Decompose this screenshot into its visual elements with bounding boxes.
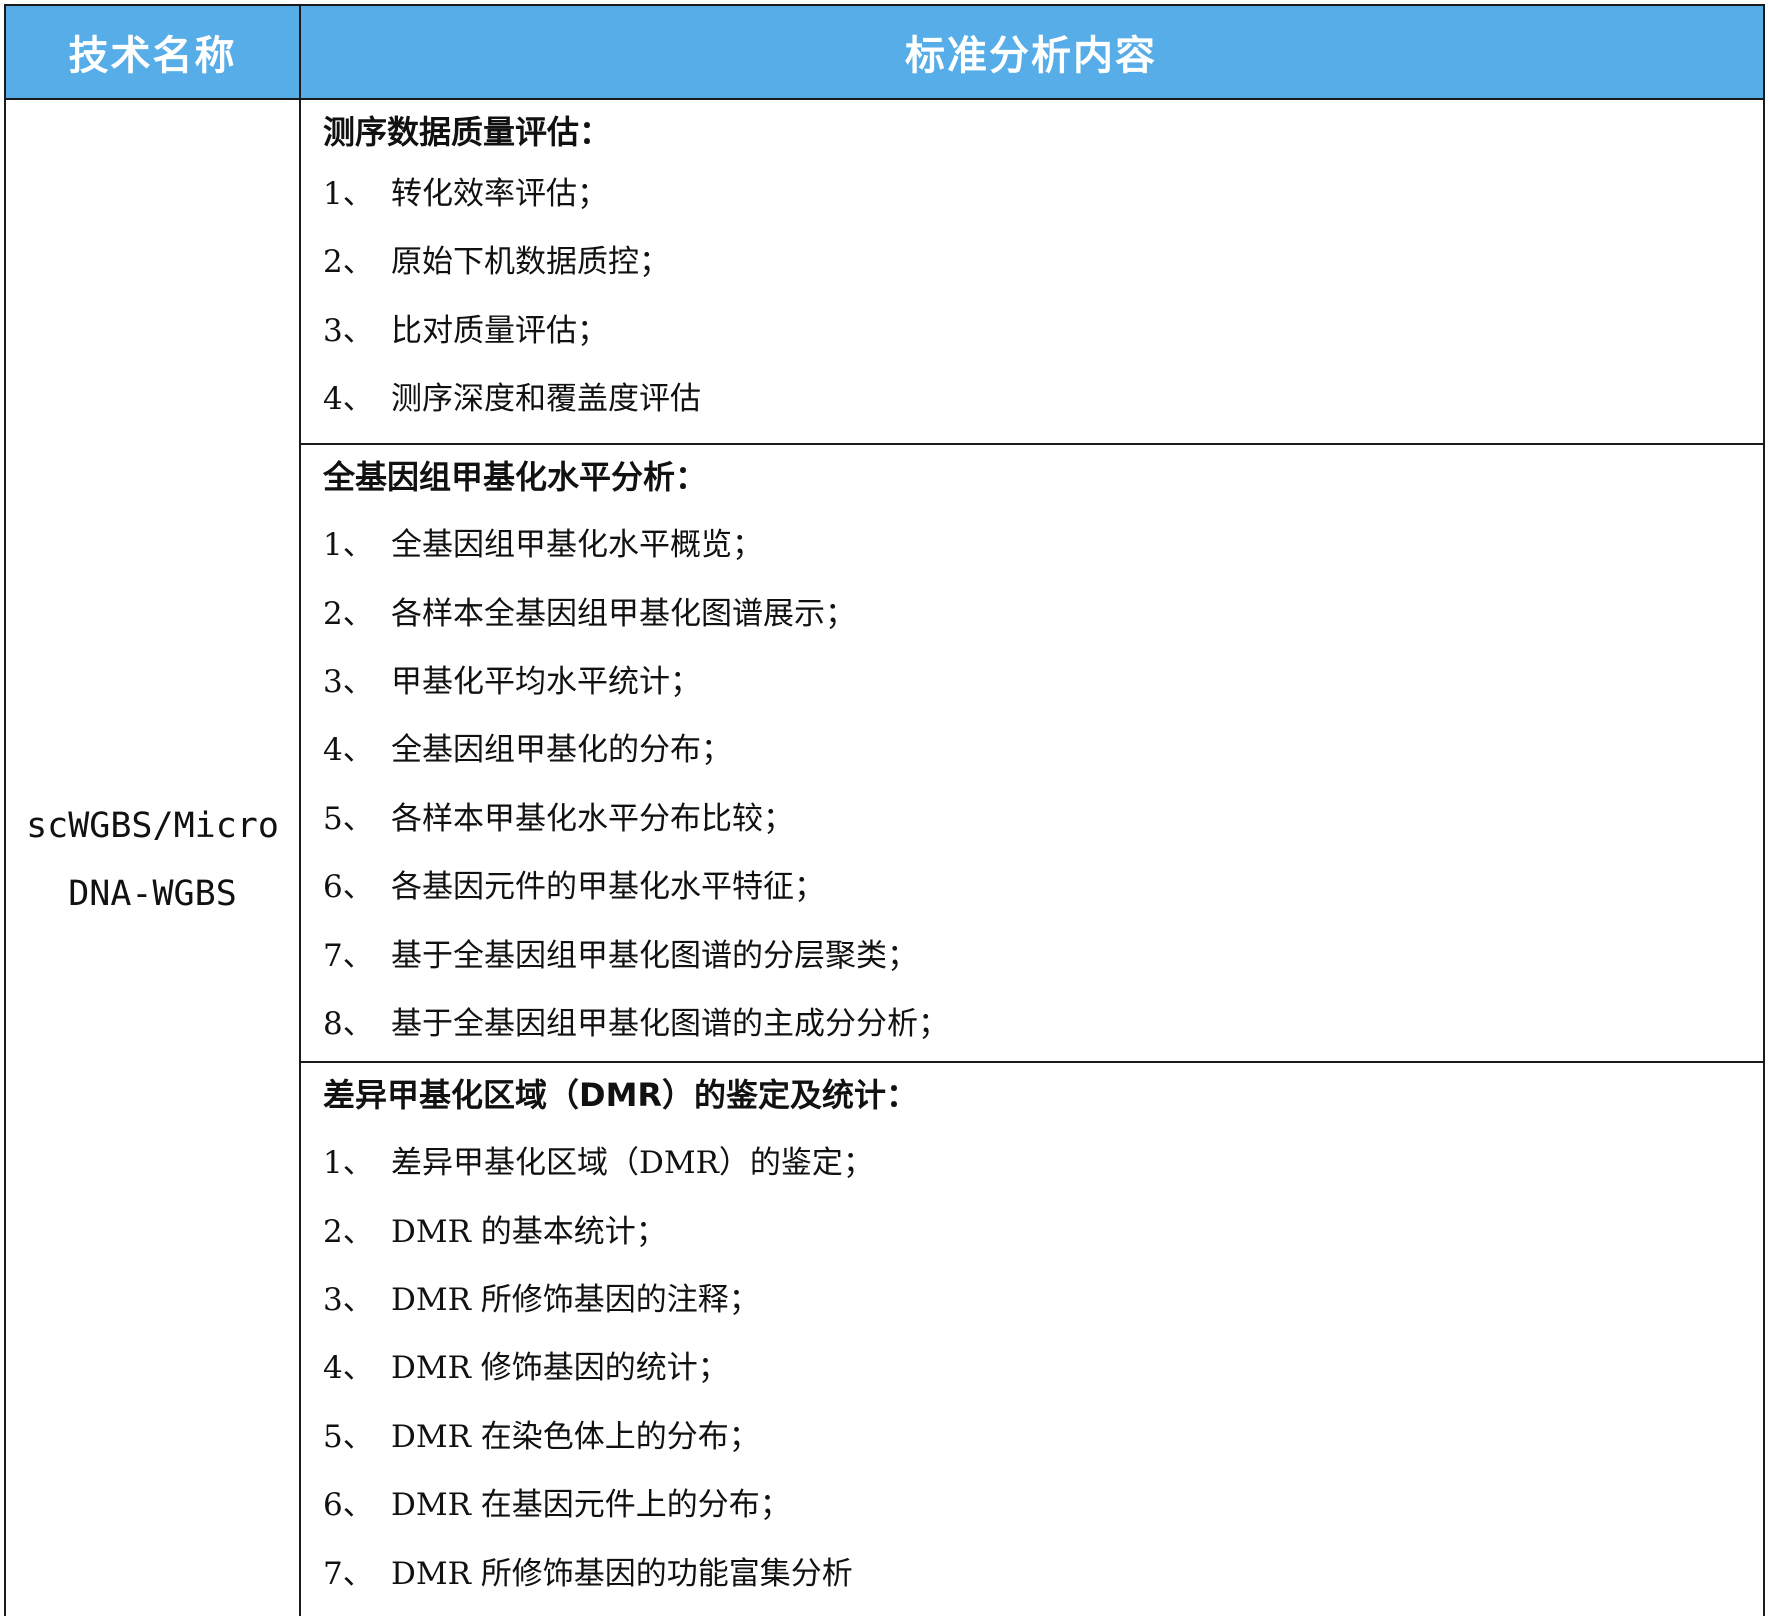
item-number: 7、 <box>323 938 374 974</box>
item-text: 原始下机数据质控； <box>391 244 670 280</box>
section-title: 全基因组甲基化水平分析： <box>323 458 708 496</box>
item-text: 差异甲基化区域（DMR）的鉴定； <box>391 1145 874 1181</box>
item-number: 3、 <box>323 664 374 700</box>
item-text: 各样本全基因组甲基化图谱展示； <box>391 596 856 632</box>
list-item: 4、 测序深度和覆盖度评估 <box>323 379 701 419</box>
list-item: 4、 全基因组甲基化的分布； <box>323 730 732 770</box>
list-item: 7、 DMR 所修饰基因的功能富集分析 <box>323 1554 853 1594</box>
item-number: 1、 <box>323 527 374 563</box>
list-item: 8、 基于全基因组甲基化图谱的主成分分析； <box>323 1004 949 1044</box>
list-item: 6、 DMR 在基因元件上的分布； <box>323 1485 791 1525</box>
list-item: 3、 比对质量评估； <box>323 311 608 351</box>
section-quality-assessment: 测序数据质量评估： 1、 转化效率评估； 2、 原始下机数据质控； 3、 比对质量评估… <box>301 100 1763 445</box>
list-item: 5、 DMR 在染色体上的分布； <box>323 1417 760 1457</box>
item-text: 测序深度和覆盖度评估 <box>391 381 701 417</box>
item-text: 全基因组甲基化的分布； <box>391 732 732 768</box>
tech-name-line-1: scWGBS/Micro <box>26 806 279 846</box>
item-number: 4、 <box>323 381 374 417</box>
section-dmr-identification: 差异甲基化区域（DMR）的鉴定及统计： 1、 差异甲基化区域（DMR）的鉴定； 2… <box>301 1063 1763 1623</box>
list-item: 6、 各基因元件的甲基化水平特征； <box>323 867 825 907</box>
item-number: 2、 <box>323 244 374 280</box>
item-text: DMR 修饰基因的统计； <box>391 1350 729 1386</box>
item-text: DMR 所修饰基因的注释； <box>391 1282 760 1318</box>
item-number: 2、 <box>323 1214 374 1250</box>
analysis-table: 技术名称 标准分析内容 scWGBS/Micro DNA-WGBS 测序数据质量… <box>4 4 1765 1616</box>
item-number: 3、 <box>323 313 374 349</box>
section-title: 差异甲基化区域（DMR）的鉴定及统计： <box>323 1076 919 1114</box>
item-text: 比对质量评估； <box>391 313 608 349</box>
section-title: 测序数据质量评估： <box>323 113 612 151</box>
item-text: 各样本甲基化水平分布比较； <box>391 801 794 837</box>
section-methylation-level: 全基因组甲基化水平分析： 1、 全基因组甲基化水平概览； 2、 各样本全基因组甲基化… <box>301 445 1763 1063</box>
item-text: DMR 在染色体上的分布； <box>391 1419 760 1455</box>
item-number: 1、 <box>323 1145 374 1181</box>
tech-name-line-2: DNA-WGBS <box>68 874 237 914</box>
item-number: 2、 <box>323 596 374 632</box>
item-text: 各基因元件的甲基化水平特征； <box>391 869 825 905</box>
item-text: 基于全基因组甲基化图谱的分层聚类； <box>391 938 918 974</box>
item-number: 7、 <box>323 1556 374 1592</box>
list-item: 3、 甲基化平均水平统计； <box>323 662 701 702</box>
list-item: 1、 全基因组甲基化水平概览； <box>323 525 763 565</box>
table-header: 技术名称 标准分析内容 <box>6 4 1763 100</box>
header-tech-name: 技术名称 <box>68 33 237 79</box>
item-text: DMR 在基因元件上的分布； <box>391 1487 791 1523</box>
header-analysis-content: 标准分析内容 <box>905 33 1157 79</box>
analysis-content-cell: 测序数据质量评估： 1、 转化效率评估； 2、 原始下机数据质控； 3、 比对质量评估… <box>301 100 1763 1616</box>
item-number: 5、 <box>323 1419 374 1455</box>
item-number: 4、 <box>323 1350 374 1386</box>
item-text: 甲基化平均水平统计； <box>391 664 701 700</box>
item-text: 全基因组甲基化水平概览； <box>391 527 763 563</box>
item-number: 4、 <box>323 732 374 768</box>
item-number: 6、 <box>323 1487 374 1523</box>
list-item: 4、 DMR 修饰基因的统计； <box>323 1348 729 1388</box>
item-text: 基于全基因组甲基化图谱的主成分分析； <box>391 1006 949 1042</box>
item-text: DMR 的基本统计； <box>391 1214 667 1250</box>
item-text: DMR 所修饰基因的功能富集分析 <box>391 1556 853 1592</box>
list-item: 2、 原始下机数据质控； <box>323 242 670 282</box>
list-item: 7、 基于全基因组甲基化图谱的分层聚类； <box>323 936 918 976</box>
item-number: 3、 <box>323 1282 374 1318</box>
list-item: 2、 DMR 的基本统计； <box>323 1212 667 1252</box>
tech-name-cell: scWGBS/Micro DNA-WGBS <box>6 100 299 1616</box>
item-number: 8、 <box>323 1006 374 1042</box>
item-number: 1、 <box>323 176 374 212</box>
item-text: 转化效率评估； <box>391 176 608 212</box>
list-item: 1、 差异甲基化区域（DMR）的鉴定； <box>323 1143 874 1183</box>
list-item: 2、 各样本全基因组甲基化图谱展示； <box>323 594 856 634</box>
item-number: 6、 <box>323 869 374 905</box>
list-item: 5、 各样本甲基化水平分布比较； <box>323 799 794 839</box>
item-number: 5、 <box>323 801 374 837</box>
list-item: 1、 转化效率评估； <box>323 174 608 214</box>
list-item: 3、 DMR 所修饰基因的注释； <box>323 1280 760 1320</box>
